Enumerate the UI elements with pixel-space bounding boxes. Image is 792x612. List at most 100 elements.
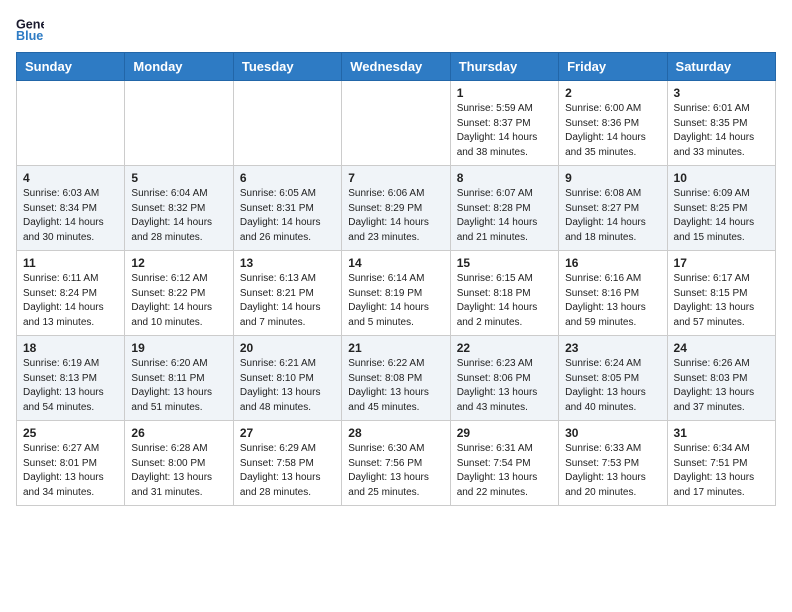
- day-info: Sunrise: 6:23 AM Sunset: 8:06 PM Dayligh…: [457, 357, 552, 415]
- calendar-cell: 27Sunrise: 6:29 AM Sunset: 7:58 PM Dayli…: [233, 421, 341, 506]
- day-number: 6: [240, 171, 335, 185]
- calendar-cell: 28Sunrise: 6:30 AM Sunset: 7:56 PM Dayli…: [342, 421, 450, 506]
- calendar-cell: 25Sunrise: 6:27 AM Sunset: 8:01 PM Dayli…: [17, 421, 125, 506]
- day-number: 16: [565, 256, 660, 270]
- calendar-cell: 13 Sunrise: 6:13 AM Sunset: 8:21 PM Dayli…: [233, 251, 341, 336]
- day-info: Sunrise: 6:20 AM Sunset: 8:11 PM Dayligh…: [131, 357, 226, 415]
- calendar-cell: 26 Sunrise: 6:28 AM Sunset: 8:00 PM Dayli…: [125, 421, 233, 506]
- calendar-cell: 30 Sunrise: 6:33 AM Sunset: 7:53 PM Dayli…: [559, 421, 667, 506]
- day-number: 21: [348, 341, 443, 355]
- day-info: Sunrise: 6:31 AM Sunset: 7:54 PM Dayligh…: [457, 442, 552, 500]
- day-number: 2: [565, 86, 660, 100]
- day-info: Sunrise: 6:03 AM Sunset: 8:34 PM Dayligh…: [23, 187, 118, 245]
- calendar-cell: 15 Sunrise: 6:15 AM Sunset: 8:18 PM Dayli…: [450, 251, 558, 336]
- calendar-cell: 17 Sunrise: 6:17 AM Sunset: 8:15 PM Dayli…: [667, 251, 775, 336]
- day-number: 13: [240, 256, 335, 270]
- logo-icon: General Blue: [16, 16, 44, 44]
- day-number: 18: [23, 341, 118, 355]
- day-number: 8: [457, 171, 552, 185]
- calendar-cell: 31 Sunrise: 6:34 AM Sunset: 7:51 PM Dayli…: [667, 421, 775, 506]
- calendar-cell: 4 Sunrise: 6:03 AM Sunset: 8:34 PM Daylig…: [17, 166, 125, 251]
- calendar-cell: 6 Sunrise: 6:05 AM Sunset: 8:31 PM Daylig…: [233, 166, 341, 251]
- day-number: 11: [23, 256, 118, 270]
- day-info: Sunrise: 6:34 AM Sunset: 7:51 PM Dayligh…: [674, 442, 769, 500]
- day-number: 19: [131, 341, 226, 355]
- day-info: Sunrise: 6:12 AM Sunset: 8:22 PM Dayligh…: [131, 272, 226, 330]
- weekday-header-friday: Friday: [559, 53, 667, 81]
- day-info: Sunrise: 6:24 AM Sunset: 8:05 PM Dayligh…: [565, 357, 660, 415]
- day-number: 10: [674, 171, 769, 185]
- calendar-cell: [233, 81, 341, 166]
- day-info: Sunrise: 6:28 AM Sunset: 8:00 PM Dayligh…: [131, 442, 226, 500]
- calendar-cell: 20Sunrise: 6:21 AM Sunset: 8:10 PM Dayli…: [233, 336, 341, 421]
- calendar-cell: 1 Sunrise: 5:59 AM Sunset: 8:37 PM Daylig…: [450, 81, 558, 166]
- day-info: Sunrise: 6:33 AM Sunset: 7:53 PM Dayligh…: [565, 442, 660, 500]
- calendar-cell: 16 Sunrise: 6:16 AM Sunset: 8:16 PM Dayli…: [559, 251, 667, 336]
- day-number: 7: [348, 171, 443, 185]
- weekday-header-wednesday: Wednesday: [342, 53, 450, 81]
- day-info: Sunrise: 6:16 AM Sunset: 8:16 PM Dayligh…: [565, 272, 660, 330]
- day-number: 25: [23, 426, 118, 440]
- day-info: Sunrise: 6:00 AM Sunset: 8:36 PM Dayligh…: [565, 102, 660, 160]
- calendar-cell: 21 Sunrise: 6:22 AM Sunset: 8:08 PM Dayli…: [342, 336, 450, 421]
- weekday-header-tuesday: Tuesday: [233, 53, 341, 81]
- day-number: 15: [457, 256, 552, 270]
- day-info: Sunrise: 6:07 AM Sunset: 8:28 PM Dayligh…: [457, 187, 552, 245]
- day-info: Sunrise: 6:15 AM Sunset: 8:18 PM Dayligh…: [457, 272, 552, 330]
- day-info: Sunrise: 6:17 AM Sunset: 8:15 PM Dayligh…: [674, 272, 769, 330]
- day-number: 23: [565, 341, 660, 355]
- week-row-2: 4 Sunrise: 6:03 AM Sunset: 8:34 PM Daylig…: [17, 166, 776, 251]
- day-number: 14: [348, 256, 443, 270]
- day-info: Sunrise: 6:13 AM Sunset: 8:21 PM Dayligh…: [240, 272, 335, 330]
- calendar-cell: 14 Sunrise: 6:14 AM Sunset: 8:19 PM Dayli…: [342, 251, 450, 336]
- week-row-5: 25Sunrise: 6:27 AM Sunset: 8:01 PM Dayli…: [17, 421, 776, 506]
- day-info: Sunrise: 6:05 AM Sunset: 8:31 PM Dayligh…: [240, 187, 335, 245]
- day-info: Sunrise: 6:08 AM Sunset: 8:27 PM Dayligh…: [565, 187, 660, 245]
- weekday-header-row: SundayMondayTuesdayWednesdayThursdayFrid…: [17, 53, 776, 81]
- weekday-header-saturday: Saturday: [667, 53, 775, 81]
- day-number: 4: [23, 171, 118, 185]
- day-number: 5: [131, 171, 226, 185]
- calendar-cell: 10 Sunrise: 6:09 AM Sunset: 8:25 PM Dayli…: [667, 166, 775, 251]
- day-number: 26: [131, 426, 226, 440]
- day-info: Sunrise: 6:09 AM Sunset: 8:25 PM Dayligh…: [674, 187, 769, 245]
- calendar-cell: 5 Sunrise: 6:04 AM Sunset: 8:32 PM Daylig…: [125, 166, 233, 251]
- day-info: Sunrise: 5:59 AM Sunset: 8:37 PM Dayligh…: [457, 102, 552, 160]
- day-number: 24: [674, 341, 769, 355]
- calendar-cell: 3Sunrise: 6:01 AM Sunset: 8:35 PM Daylig…: [667, 81, 775, 166]
- day-number: 1: [457, 86, 552, 100]
- day-info: Sunrise: 6:30 AM Sunset: 7:56 PM Dayligh…: [348, 442, 443, 500]
- calendar-cell: 18 Sunrise: 6:19 AM Sunset: 8:13 PM Dayli…: [17, 336, 125, 421]
- day-number: 30: [565, 426, 660, 440]
- day-info: Sunrise: 6:14 AM Sunset: 8:19 PM Dayligh…: [348, 272, 443, 330]
- calendar-cell: 11 Sunrise: 6:11 AM Sunset: 8:24 PM Dayli…: [17, 251, 125, 336]
- calendar-cell: 24 Sunrise: 6:26 AM Sunset: 8:03 PM Dayli…: [667, 336, 775, 421]
- weekday-header-monday: Monday: [125, 53, 233, 81]
- week-row-3: 11 Sunrise: 6:11 AM Sunset: 8:24 PM Dayli…: [17, 251, 776, 336]
- weekday-header-thursday: Thursday: [450, 53, 558, 81]
- calendar-cell: 7 Sunrise: 6:06 AM Sunset: 8:29 PM Daylig…: [342, 166, 450, 251]
- calendar-cell: [125, 81, 233, 166]
- day-info: Sunrise: 6:11 AM Sunset: 8:24 PM Dayligh…: [23, 272, 118, 330]
- calendar-cell: [17, 81, 125, 166]
- day-number: 27: [240, 426, 335, 440]
- day-info: Sunrise: 6:06 AM Sunset: 8:29 PM Dayligh…: [348, 187, 443, 245]
- calendar-cell: 12Sunrise: 6:12 AM Sunset: 8:22 PM Dayli…: [125, 251, 233, 336]
- day-info: Sunrise: 6:04 AM Sunset: 8:32 PM Dayligh…: [131, 187, 226, 245]
- weekday-header-sunday: Sunday: [17, 53, 125, 81]
- page-header: General Blue: [16, 16, 776, 44]
- week-row-1: 1 Sunrise: 5:59 AM Sunset: 8:37 PM Daylig…: [17, 81, 776, 166]
- day-number: 3: [674, 86, 769, 100]
- day-info: Sunrise: 6:19 AM Sunset: 8:13 PM Dayligh…: [23, 357, 118, 415]
- svg-text:Blue: Blue: [16, 29, 43, 43]
- calendar-cell: 22 Sunrise: 6:23 AM Sunset: 8:06 PM Dayli…: [450, 336, 558, 421]
- calendar-cell: 29Sunrise: 6:31 AM Sunset: 7:54 PM Dayli…: [450, 421, 558, 506]
- day-number: 20: [240, 341, 335, 355]
- day-number: 9: [565, 171, 660, 185]
- day-number: 22: [457, 341, 552, 355]
- day-number: 31: [674, 426, 769, 440]
- day-number: 17: [674, 256, 769, 270]
- day-info: Sunrise: 6:22 AM Sunset: 8:08 PM Dayligh…: [348, 357, 443, 415]
- calendar-cell: 2 Sunrise: 6:00 AM Sunset: 8:36 PM Daylig…: [559, 81, 667, 166]
- day-info: Sunrise: 6:26 AM Sunset: 8:03 PM Dayligh…: [674, 357, 769, 415]
